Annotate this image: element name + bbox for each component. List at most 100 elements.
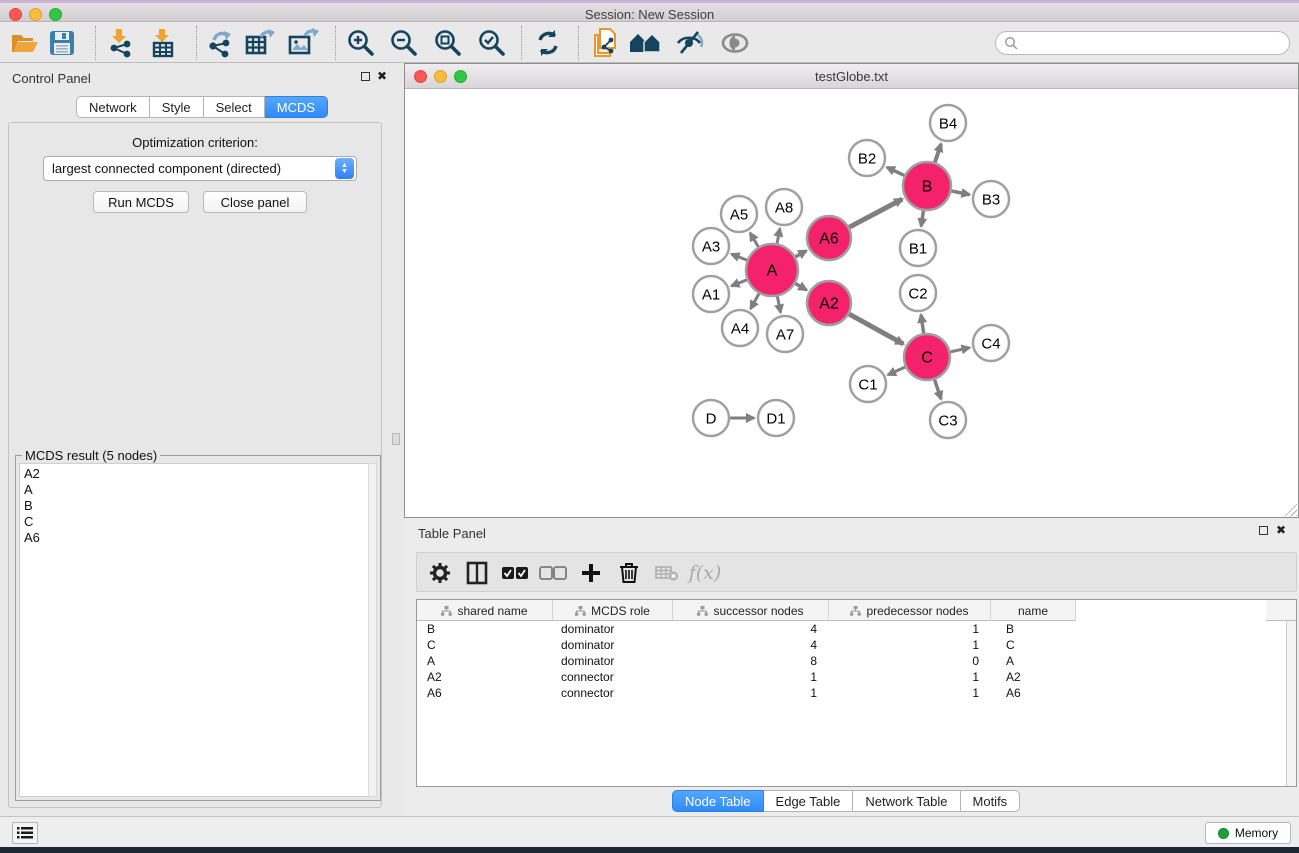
cell-name[interactable]: B	[991, 621, 1076, 637]
delete-table-button[interactable]	[651, 557, 683, 589]
cell-successor-nodes[interactable]: 4	[673, 637, 829, 653]
cell-MCDS-role[interactable]: connector	[553, 685, 673, 701]
cell-shared-name[interactable]: A2	[417, 669, 553, 685]
cell-shared-name[interactable]: A	[417, 653, 553, 669]
run-mcds-button[interactable]: Run MCDS	[93, 191, 189, 213]
edge-C-C1[interactable]	[888, 367, 905, 375]
close-table-panel-icon[interactable]: ✖	[1276, 523, 1286, 537]
edge-A2-C[interactable]	[849, 314, 903, 344]
hide-selected-button[interactable]	[672, 26, 708, 60]
gear-button[interactable]	[424, 557, 456, 589]
cell-predecessor-nodes[interactable]: 0	[829, 653, 991, 669]
cell-name[interactable]: A6	[991, 685, 1076, 701]
cell-shared-name[interactable]: B	[417, 621, 553, 637]
edge-B-B2[interactable]	[887, 167, 904, 175]
edge-C-C4[interactable]	[950, 348, 969, 352]
column-header-MCDS-role[interactable]: MCDS role	[553, 600, 673, 621]
add-column-button[interactable]	[575, 557, 607, 589]
export-table-button[interactable]	[242, 26, 278, 60]
cell-MCDS-role[interactable]: dominator	[553, 653, 673, 669]
table-scrollbar[interactable]	[1286, 621, 1296, 786]
zoom-out-button[interactable]	[386, 26, 422, 60]
float-table-panel-icon[interactable]	[1259, 526, 1268, 535]
table-row-A[interactable]: Adominator80A	[417, 653, 1296, 669]
export-image-button[interactable]	[285, 26, 321, 60]
zoom-in-button[interactable]	[343, 26, 379, 60]
result-list-item[interactable]: C	[24, 514, 369, 530]
column-header-successor-nodes[interactable]: successor nodes	[673, 600, 829, 621]
column-header-predecessor-nodes[interactable]: predecessor nodes	[829, 600, 991, 621]
cell-shared-name[interactable]: A6	[417, 685, 553, 701]
cell-MCDS-role[interactable]: connector	[553, 669, 673, 685]
tab-motifs[interactable]: Motifs	[961, 790, 1021, 812]
mcds-result-list[interactable]: A2ABCA6	[19, 463, 370, 797]
edge-A-A2[interactable]	[795, 284, 806, 290]
edge-A-A6[interactable]	[796, 251, 807, 257]
tab-node-table[interactable]: Node Table	[672, 790, 764, 812]
edge-A-A5[interactable]	[750, 233, 758, 247]
tab-network-table[interactable]: Network Table	[853, 790, 960, 812]
result-list-item[interactable]: A6	[24, 530, 369, 546]
edge-B-B3[interactable]	[951, 191, 969, 195]
panel-splitter[interactable]	[390, 63, 404, 816]
edge-A-A1[interactable]	[731, 280, 746, 286]
zoom-fit-button[interactable]	[430, 26, 466, 60]
export-network-button[interactable]	[201, 26, 237, 60]
network-canvas[interactable]: B4B2BB3A5A8A6A3B1AA1C2A2A4A7C4CC1C3DD1	[406, 90, 1297, 517]
edge-C-C3[interactable]	[935, 380, 941, 399]
close-panel-button[interactable]: Close panel	[203, 191, 307, 213]
table-row-C[interactable]: Cdominator41C	[417, 637, 1296, 653]
edge-A6-B[interactable]	[849, 199, 902, 227]
tab-style[interactable]: Style	[150, 96, 204, 118]
close-panel-icon[interactable]: ✖	[377, 69, 387, 83]
memory-button[interactable]: Memory	[1205, 822, 1291, 844]
tab-network[interactable]: Network	[76, 96, 150, 118]
tab-select[interactable]: Select	[204, 96, 265, 118]
select-all-button[interactable]	[499, 557, 531, 589]
network-graph[interactable]: B4B2BB3A5A8A6A3B1AA1C2A2A4A7C4CC1C3DD1	[406, 90, 1297, 517]
column-header-shared-name[interactable]: shared name	[417, 600, 553, 621]
save-session-button[interactable]	[44, 26, 80, 60]
edge-C-C2[interactable]	[921, 315, 924, 333]
table-row-A6[interactable]: A6connector11A6	[417, 685, 1296, 701]
show-all-button[interactable]	[717, 26, 753, 60]
first-neighbors-button[interactable]	[628, 26, 664, 60]
table-row-A2[interactable]: A2connector11A2	[417, 669, 1296, 685]
edge-A-A8[interactable]	[777, 229, 780, 244]
tab-edge-table[interactable]: Edge Table	[764, 790, 854, 812]
result-list-item[interactable]: A	[24, 482, 369, 498]
cell-shared-name[interactable]: C	[417, 637, 553, 653]
cell-predecessor-nodes[interactable]: 1	[829, 685, 991, 701]
cell-name[interactable]: C	[991, 637, 1076, 653]
edge-B-B4[interactable]	[935, 144, 941, 162]
cell-successor-nodes[interactable]: 1	[673, 669, 829, 685]
cell-predecessor-nodes[interactable]: 1	[829, 637, 991, 653]
edge-B-B1[interactable]	[921, 211, 923, 226]
clone-network-button[interactable]	[588, 26, 624, 60]
cell-successor-nodes[interactable]: 4	[673, 621, 829, 637]
open-session-button[interactable]	[7, 26, 43, 60]
columns-button[interactable]	[461, 557, 493, 589]
cell-successor-nodes[interactable]: 1	[673, 685, 829, 701]
float-panel-icon[interactable]	[361, 72, 370, 81]
cell-name[interactable]: A2	[991, 669, 1076, 685]
result-list-item[interactable]: A2	[24, 466, 369, 482]
edge-A-A4[interactable]	[751, 294, 759, 309]
refresh-layout-button[interactable]	[530, 26, 566, 60]
zoom-selected-button[interactable]	[474, 26, 510, 60]
import-network-button[interactable]	[102, 26, 138, 60]
result-scrollbar[interactable]	[368, 463, 377, 797]
cell-MCDS-role[interactable]: dominator	[553, 637, 673, 653]
cell-predecessor-nodes[interactable]: 1	[829, 669, 991, 685]
edge-A-A3[interactable]	[731, 254, 746, 260]
criterion-dropdown[interactable]: largest connected component (directed) ▲…	[43, 156, 357, 181]
cell-predecessor-nodes[interactable]: 1	[829, 621, 991, 637]
table-row-B[interactable]: Bdominator41B	[417, 621, 1296, 637]
task-history-button[interactable]	[12, 822, 38, 844]
cell-MCDS-role[interactable]: dominator	[553, 621, 673, 637]
delete-button[interactable]	[613, 557, 645, 589]
cell-name[interactable]: A	[991, 653, 1076, 669]
column-header-name[interactable]: name	[991, 600, 1076, 621]
edge-A-A7[interactable]	[777, 296, 780, 312]
deselect-all-button[interactable]	[537, 557, 569, 589]
